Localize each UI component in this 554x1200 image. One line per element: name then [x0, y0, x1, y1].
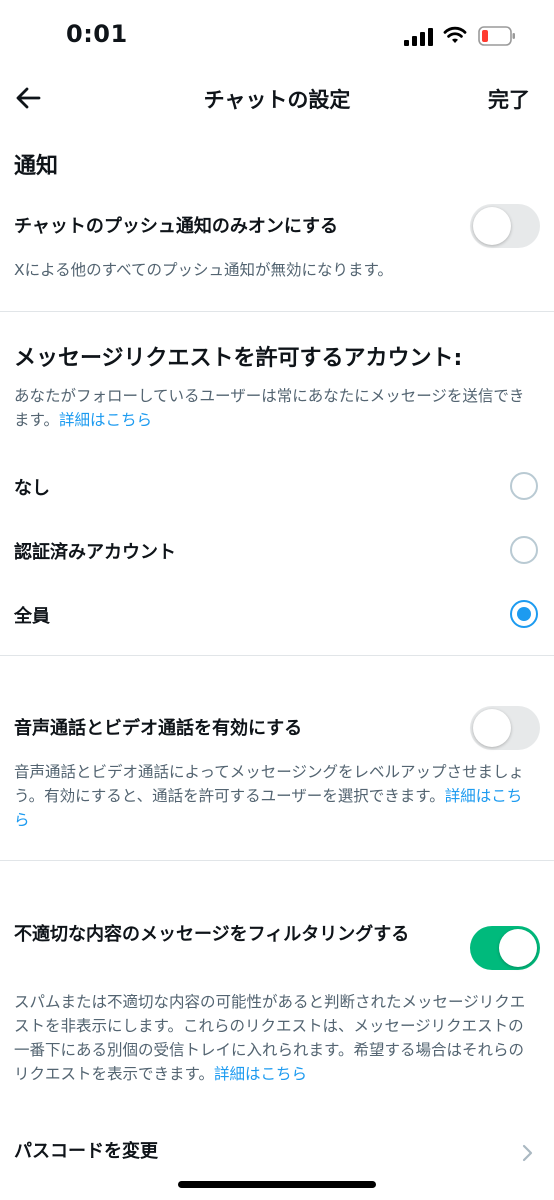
filter-description: スパムまたは不適切な内容の可能性があると判断されたメッセージリクエストを非表示に…: [14, 990, 536, 1086]
page-title: チャットの設定: [203, 88, 351, 112]
cellular-signal-icon: [404, 28, 434, 46]
change-passcode-item[interactable]: パスコードを変更: [14, 1139, 158, 1165]
done-button[interactable]: 完了: [488, 84, 530, 114]
section-heading-message-requests: メッセージリクエストを許可するアカウント:: [14, 346, 463, 371]
learn-more-link[interactable]: 詳細はこちら: [214, 1065, 307, 1083]
divider: [0, 655, 554, 656]
nav-bar: チャットの設定 完了: [0, 76, 554, 122]
push-only-description: Xによる他のすべてのプッシュ通知が無効になります。: [14, 261, 393, 279]
radio-none[interactable]: [510, 472, 538, 500]
radio-label-verified: 認証済みアカウント: [14, 542, 176, 563]
battery-low-icon: [478, 26, 515, 46]
toggle-knob: [473, 709, 511, 747]
filter-label: 不適切な内容のメッセージをフィルタリングする: [14, 924, 410, 945]
toggle-knob: [499, 929, 537, 967]
message-requests-description: あなたがフォローしているユーザーは常にあなたにメッセージを送信できます。詳細はこ…: [14, 384, 536, 432]
push-only-toggle[interactable]: [470, 204, 540, 248]
chevron-right-icon: [522, 1144, 533, 1162]
divider: [0, 860, 554, 861]
home-indicator: [178, 1181, 376, 1188]
filter-toggle[interactable]: [470, 926, 540, 970]
wifi-icon: [443, 26, 467, 43]
radio-verified[interactable]: [510, 536, 538, 564]
radio-label-everyone: 全員: [14, 606, 50, 627]
push-only-label: チャットのプッシュ通知のみオンにする: [14, 216, 338, 237]
calls-label: 音声通話とビデオ通話を有効にする: [14, 718, 303, 739]
radio-label-none: なし: [14, 478, 50, 499]
calls-description: 音声通話とビデオ通話によってメッセージングをレベルアップさせましょう。有効にする…: [14, 760, 536, 832]
status-time: 0:01: [66, 20, 128, 48]
status-bar: 0:01: [0, 0, 554, 76]
learn-more-link[interactable]: 詳細はこちら: [59, 411, 152, 429]
calls-toggle[interactable]: [470, 706, 540, 750]
divider: [0, 311, 554, 312]
section-heading-notifications: 通知: [14, 154, 59, 179]
radio-everyone[interactable]: [510, 600, 538, 628]
toggle-knob: [473, 207, 511, 245]
